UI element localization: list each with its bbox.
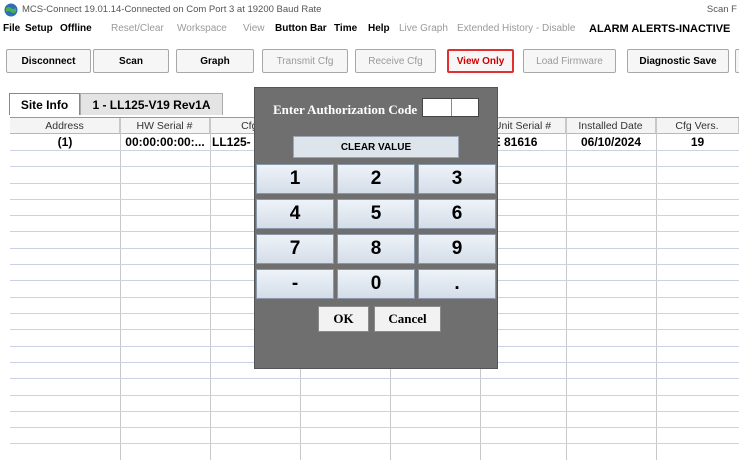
key-7[interactable]: 7 (256, 234, 334, 264)
button-bar: Disconnect Scan Graph Transmit Cfg Recei… (0, 38, 739, 80)
key-9[interactable]: 9 (418, 234, 496, 264)
diagnostic-save-button[interactable]: Diagnostic Save (627, 49, 729, 73)
tab-site-info[interactable]: Site Info (9, 93, 80, 115)
view-only-button[interactable]: View Only (447, 49, 514, 73)
menu-button-bar[interactable]: Button Bar (275, 23, 327, 34)
menu-time[interactable]: Time (334, 23, 357, 34)
menu-view[interactable]: View (243, 23, 265, 34)
column-header-hw-serial[interactable]: HW Serial # (120, 118, 210, 134)
table-row-divider (10, 443, 739, 444)
tab-unit-1[interactable]: 1 - LL125-V19 Rev1A (80, 93, 223, 115)
cancel-button[interactable]: Cancel (374, 306, 441, 332)
authorization-dialog: Enter Authorization Code CLEAR VALUE 1 2… (254, 87, 498, 369)
key-8[interactable]: 8 (337, 234, 415, 264)
clear-value-button[interactable]: CLEAR VALUE (293, 136, 459, 158)
menu-file[interactable]: File (3, 23, 20, 34)
toolbar-overflow-button[interactable] (735, 49, 739, 73)
table-column-divider (210, 118, 211, 460)
cell-hw-serial[interactable]: 00:00:00:00:... (120, 134, 210, 150)
window-title: MCS-Connect 19.01.14-Connected on Com Po… (22, 4, 322, 15)
title-bar: MCS-Connect 19.01.14-Connected on Com Po… (0, 0, 739, 20)
window-title-right: Scan F (706, 4, 737, 15)
table-column-divider (656, 118, 657, 460)
menu-reset-clear[interactable]: Reset/Clear (111, 23, 164, 34)
menu-bar: File Setup Offline Reset/Clear Workspace… (0, 20, 739, 38)
menu-help[interactable]: Help (368, 23, 390, 34)
cell-installed-date[interactable]: 06/10/2024 (566, 134, 656, 150)
disconnect-button[interactable]: Disconnect (6, 49, 91, 73)
key-6[interactable]: 6 (418, 199, 496, 229)
key-1[interactable]: 1 (256, 164, 334, 194)
table-column-divider (120, 118, 121, 460)
graph-button[interactable]: Graph (176, 49, 254, 73)
cell-address[interactable]: (1) (10, 134, 120, 150)
menu-workspace[interactable]: Workspace (177, 23, 227, 34)
code-box-divider (451, 99, 452, 116)
ok-button[interactable]: OK (318, 306, 369, 332)
menu-offline[interactable]: Offline (60, 23, 92, 34)
key-decimal[interactable]: . (418, 269, 496, 299)
table-row-divider (10, 411, 739, 412)
key-0[interactable]: 0 (337, 269, 415, 299)
key-5[interactable]: 5 (337, 199, 415, 229)
table-row-divider (10, 395, 739, 396)
receive-cfg-button[interactable]: Receive Cfg (355, 49, 436, 73)
transmit-cfg-button[interactable]: Transmit Cfg (262, 49, 348, 73)
load-firmware-button[interactable]: Load Firmware (523, 49, 616, 73)
scan-button[interactable]: Scan (93, 49, 169, 73)
alarm-alerts-status[interactable]: ALARM ALERTS-INACTIVE (589, 23, 730, 35)
column-header-address[interactable]: Address (10, 118, 120, 134)
column-header-cfg-vers[interactable]: Cfg Vers. (656, 118, 739, 134)
key-minus[interactable]: - (256, 269, 334, 299)
menu-extended-history[interactable]: Extended History - Disable (457, 23, 575, 34)
cell-cfg-vers[interactable]: 19 (656, 134, 739, 150)
key-3[interactable]: 3 (418, 164, 496, 194)
authorization-code-input[interactable] (422, 98, 479, 117)
table-column-divider (566, 118, 567, 460)
table-row-divider (10, 378, 739, 379)
menu-live-graph[interactable]: Live Graph (399, 23, 448, 34)
column-header-installed-date[interactable]: Installed Date (566, 118, 656, 134)
key-2[interactable]: 2 (337, 164, 415, 194)
key-4[interactable]: 4 (256, 199, 334, 229)
dialog-title: Enter Authorization Code (273, 102, 418, 117)
table-row-divider (10, 427, 739, 428)
menu-setup[interactable]: Setup (25, 23, 53, 34)
app-globe-icon (4, 3, 18, 17)
